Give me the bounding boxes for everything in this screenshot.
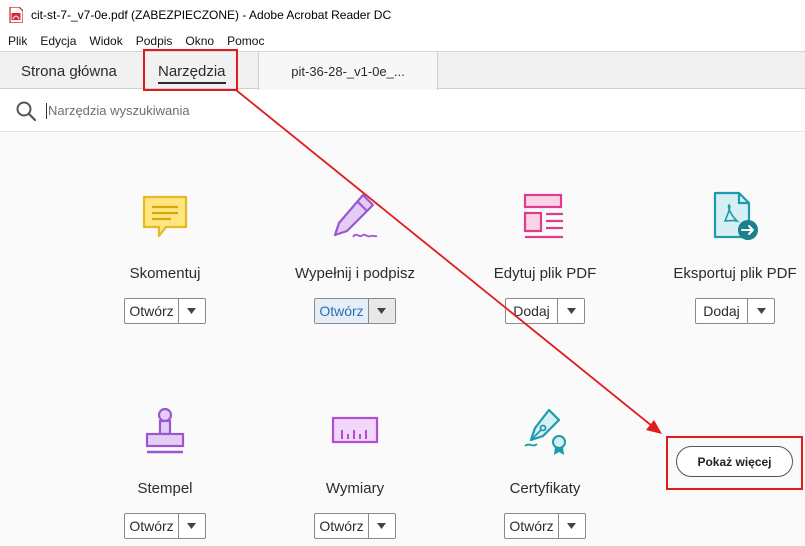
chevron-down-icon (566, 308, 576, 314)
open-button[interactable]: Otwórz (125, 514, 177, 538)
certificate-icon[interactable] (519, 406, 571, 458)
tool-label: Stempel (137, 480, 193, 497)
tool-certificates: Certyfikaty Otwórz (465, 406, 625, 539)
menu-edit[interactable]: Edycja (40, 34, 76, 48)
tool-fill-sign: Wypełnij i podpisz Otwórz (275, 191, 435, 324)
chevron-down-icon (756, 308, 766, 314)
add-button[interactable]: Dodaj (696, 299, 747, 323)
tool-split-button: Otwórz (124, 298, 206, 324)
open-button[interactable]: Otwórz (505, 514, 557, 538)
tools-grid: Skomentuj Otwórz Wypełnij i podpisz Otwó… (0, 133, 805, 546)
add-button[interactable]: Dodaj (506, 299, 557, 323)
search-input[interactable] (48, 103, 448, 118)
menu-sign[interactable]: Podpis (136, 34, 173, 48)
active-tab-indicator (158, 82, 226, 84)
open-button[interactable]: Otwórz (125, 299, 177, 323)
tool-export-pdf: Eksportuj plik PDF Dodaj (655, 191, 805, 324)
export-pdf-icon[interactable] (709, 191, 761, 243)
tool-split-button: Otwórz (314, 513, 396, 539)
tool-label: Certyfikaty (509, 480, 581, 497)
comment-icon[interactable] (139, 191, 191, 243)
dropdown-button[interactable] (177, 514, 205, 538)
tool-split-button: Otwórz (124, 513, 206, 539)
search-icon (16, 101, 37, 121)
show-more-button[interactable]: Pokaż więcej (676, 446, 793, 477)
chevron-down-icon (187, 308, 197, 314)
chevron-down-icon (567, 523, 577, 529)
chevron-down-icon (187, 523, 197, 529)
menu-window[interactable]: Okno (185, 34, 214, 48)
tool-split-button: Dodaj (695, 298, 775, 324)
tool-split-button: Otwórz (314, 298, 396, 324)
edit-pdf-icon[interactable] (519, 191, 571, 243)
window-title: cit-st-7-_v7-0e.pdf (ZABEZPIECZONE) - Ad… (31, 8, 392, 22)
dropdown-button[interactable] (367, 299, 395, 323)
stamp-icon[interactable] (139, 406, 191, 458)
measure-icon[interactable] (329, 406, 381, 458)
title-bar: cit-st-7-_v7-0e.pdf (ZABEZPIECZONE) - Ad… (0, 0, 805, 30)
tool-stamp: Stempel Otwórz (85, 406, 245, 539)
tools-search-bar (0, 90, 805, 132)
tab-tools[interactable]: Narzędzia (158, 52, 226, 90)
acrobat-pdf-icon (9, 7, 23, 23)
tool-label: Edytuj plik PDF (493, 265, 597, 282)
dropdown-button[interactable] (367, 514, 395, 538)
tab-document-label: pit-36-28-_v1-0e_... (291, 63, 405, 79)
tab-home[interactable]: Strona główna (21, 52, 117, 90)
tool-split-button: Otwórz (504, 513, 586, 539)
tool-label: Wypełnij i podpisz (295, 265, 415, 282)
menu-bar: Plik Edycja Widok Podpis Okno Pomoc (0, 31, 805, 51)
open-button[interactable]: Otwórz (315, 299, 368, 323)
dropdown-button[interactable] (557, 514, 585, 538)
tool-split-button: Dodaj (505, 298, 585, 324)
menu-file[interactable]: Plik (8, 34, 27, 48)
tool-label: Eksportuj plik PDF (673, 265, 797, 282)
fill-sign-icon[interactable] (329, 191, 381, 243)
dropdown-button[interactable] (177, 299, 205, 323)
tool-label: Wymiary (325, 480, 385, 497)
tab-tools-label: Narzędzia (158, 62, 226, 80)
chevron-down-icon (377, 308, 387, 314)
tool-comment: Skomentuj Otwórz (85, 191, 245, 324)
tool-measure: Wymiary Otwórz (275, 406, 435, 539)
tab-document[interactable]: pit-36-28-_v1-0e_... (258, 52, 438, 90)
menu-view[interactable]: Widok (89, 34, 122, 48)
menu-help[interactable]: Pomoc (227, 34, 264, 48)
dropdown-button[interactable] (557, 299, 584, 323)
tool-label: Skomentuj (129, 265, 201, 282)
text-cursor (46, 102, 47, 119)
tab-bar: Strona główna Narzędzia pit-36-28-_v1-0e… (0, 51, 805, 90)
open-button[interactable]: Otwórz (315, 514, 367, 538)
tab-home-label: Strona główna (21, 62, 117, 80)
tool-edit-pdf: Edytuj plik PDF Dodaj (465, 191, 625, 324)
chevron-down-icon (377, 523, 387, 529)
dropdown-button[interactable] (747, 299, 774, 323)
